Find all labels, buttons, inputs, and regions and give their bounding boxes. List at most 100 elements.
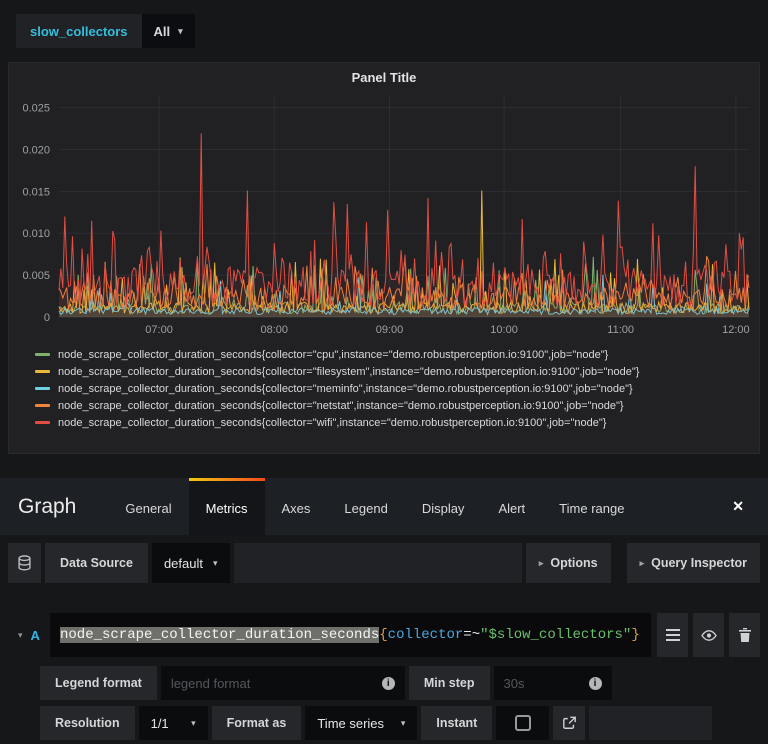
series-color-swatch (35, 404, 50, 407)
chart-legend: node_scrape_collector_duration_seconds{c… (35, 346, 759, 431)
metrics-tab-content: Data Source default ▾ ▸ Options ▸ Query … (0, 535, 768, 740)
editor-title: Graph (18, 494, 77, 518)
svg-text:11:00: 11:00 (607, 324, 634, 336)
svg-text:12:00: 12:00 (722, 324, 750, 336)
query-operator-token: =~ (463, 627, 481, 643)
legend-label: node_scrape_collector_duration_seconds{c… (58, 416, 607, 429)
graph-panel: Panel Title 0 0.005 0.010 0.015 0.020 0.025 07… (8, 62, 760, 454)
instant-checkbox[interactable] (514, 715, 531, 731)
legend-item[interactable]: node_scrape_collector_duration_seconds{c… (35, 380, 759, 397)
options-label: Options (550, 556, 598, 570)
panel-title[interactable]: Panel Title (9, 63, 759, 87)
query-brace-token: } (631, 627, 640, 643)
query-row-a: ▾ A node_scrape_collector_duration_secon… (8, 613, 760, 657)
svg-text:0.025: 0.025 (22, 103, 50, 115)
submenu-bar: slow_collectors All ▾ (0, 0, 768, 62)
svg-text:08:00: 08:00 (261, 324, 289, 336)
share-icon (562, 716, 576, 729)
legend-item[interactable]: node_scrape_collector_duration_seconds{c… (35, 414, 759, 431)
caret-right-icon: ▸ (639, 557, 645, 568)
share-query-button[interactable] (553, 706, 586, 740)
info-icon: i (588, 676, 602, 690)
series-color-swatch (35, 353, 50, 356)
tab-axes[interactable]: Axes (265, 478, 328, 535)
eye-icon (700, 629, 717, 641)
query-brace-token: { (379, 627, 388, 643)
svg-text:0.015: 0.015 (22, 186, 50, 198)
query-ref-id[interactable]: A (31, 628, 40, 643)
query-inspector-button[interactable]: ▸ Query Inspector (626, 543, 760, 583)
variable-name-label: slow_collectors (16, 14, 142, 48)
svg-text:07:00: 07:00 (145, 324, 173, 336)
close-icon: ✕ (732, 498, 744, 514)
query-editor-section: ▾ A node_scrape_collector_duration_secon… (8, 613, 760, 740)
legend-format-row: Legend format i Min step i (40, 666, 760, 700)
chevron-down-icon: ▾ (213, 557, 218, 568)
legend-item[interactable]: node_scrape_collector_duration_seconds{c… (35, 397, 759, 414)
svg-text:0: 0 (44, 312, 50, 324)
query-metric-token: node_scrape_collector_duration_seconds (60, 627, 380, 643)
datasource-select[interactable]: default ▾ (151, 543, 230, 583)
variable-value: All (153, 23, 171, 39)
row-spacer (589, 706, 713, 740)
legend-item[interactable]: node_scrape_collector_duration_seconds{c… (35, 363, 759, 380)
tab-legend[interactable]: Legend (327, 478, 404, 535)
legend-format-input[interactable] (170, 675, 382, 691)
query-value-token: "$slow_collectors" (480, 627, 632, 643)
instant-checkbox-cell (496, 706, 550, 740)
time-series-chart[interactable]: 0 0.005 0.010 0.015 0.020 0.025 07:00 08:00 09:0… (9, 87, 759, 344)
query-inspector-label: Query Inspector (651, 556, 747, 570)
format-as-select[interactable]: Time series ▾ (305, 706, 418, 740)
resolution-label: Resolution (40, 706, 135, 740)
datasource-spacer (233, 543, 522, 583)
datasource-value: default (163, 555, 203, 571)
tab-general[interactable]: General (108, 478, 188, 535)
collapse-query-icon[interactable]: ▾ (18, 630, 23, 640)
legend-item[interactable]: node_scrape_collector_duration_seconds{c… (35, 346, 759, 363)
min-step-field: i (493, 666, 612, 700)
chevron-down-icon: ▾ (178, 25, 183, 36)
chart-canvas: 0 0.005 0.010 0.015 0.020 0.025 07:00 08:00 09:0… (22, 95, 750, 336)
svg-text:09:00: 09:00 (376, 324, 404, 336)
tab-display[interactable]: Display (405, 478, 482, 535)
database-icon (18, 555, 31, 571)
query-gutter: ▾ A (8, 613, 50, 657)
template-variable: slow_collectors All ▾ (16, 14, 195, 48)
variable-value-dropdown[interactable]: All ▾ (141, 14, 195, 48)
query-label-token: collector (387, 627, 464, 643)
tab-metrics[interactable]: Metrics (188, 478, 265, 535)
toggle-visibility-button[interactable] (693, 613, 724, 657)
svg-text:0.020: 0.020 (22, 144, 50, 156)
datasource-label: Data Source (45, 543, 148, 583)
legend-label: node_scrape_collector_duration_seconds{c… (58, 348, 609, 361)
format-as-value: Time series (317, 715, 385, 731)
legend-label: node_scrape_collector_duration_seconds{c… (58, 365, 640, 378)
info-icon: i (381, 676, 395, 690)
tab-time-range[interactable]: Time range (542, 478, 641, 535)
delete-query-button[interactable] (729, 613, 760, 657)
instant-label: Instant (421, 706, 493, 740)
trash-icon (738, 628, 751, 642)
min-step-input[interactable] (503, 675, 589, 691)
query-menu-button[interactable] (657, 613, 688, 657)
resolution-row: Resolution 1/1 ▾ Format as Time series ▾… (40, 706, 760, 740)
legend-label: node_scrape_collector_duration_seconds{c… (58, 399, 624, 412)
series-color-swatch (35, 387, 50, 390)
close-editor-button[interactable]: ✕ (732, 478, 744, 535)
format-as-label: Format as (211, 706, 302, 740)
options-toggle-button[interactable]: ▸ Options (525, 543, 611, 583)
panel-editor-tabs: Graph General Metrics Axes Legend Displa… (0, 478, 768, 535)
min-step-label: Min step (408, 666, 490, 700)
resolution-select[interactable]: 1/1 ▾ (138, 706, 208, 740)
chevron-down-icon: ▾ (400, 717, 406, 728)
tab-alert[interactable]: Alert (481, 478, 542, 535)
legend-label: node_scrape_collector_duration_seconds{c… (58, 382, 633, 395)
legend-format-label: Legend format (40, 666, 157, 700)
datasource-row: Data Source default ▾ ▸ Options ▸ Query … (8, 543, 760, 583)
promql-query-input[interactable]: node_scrape_collector_duration_seconds{c… (50, 613, 651, 657)
legend-format-field: i (160, 666, 405, 700)
query-action-buttons (657, 613, 760, 657)
caret-right-icon: ▸ (538, 557, 544, 568)
menu-icon (665, 629, 680, 641)
datasource-icon-cell (8, 543, 41, 583)
